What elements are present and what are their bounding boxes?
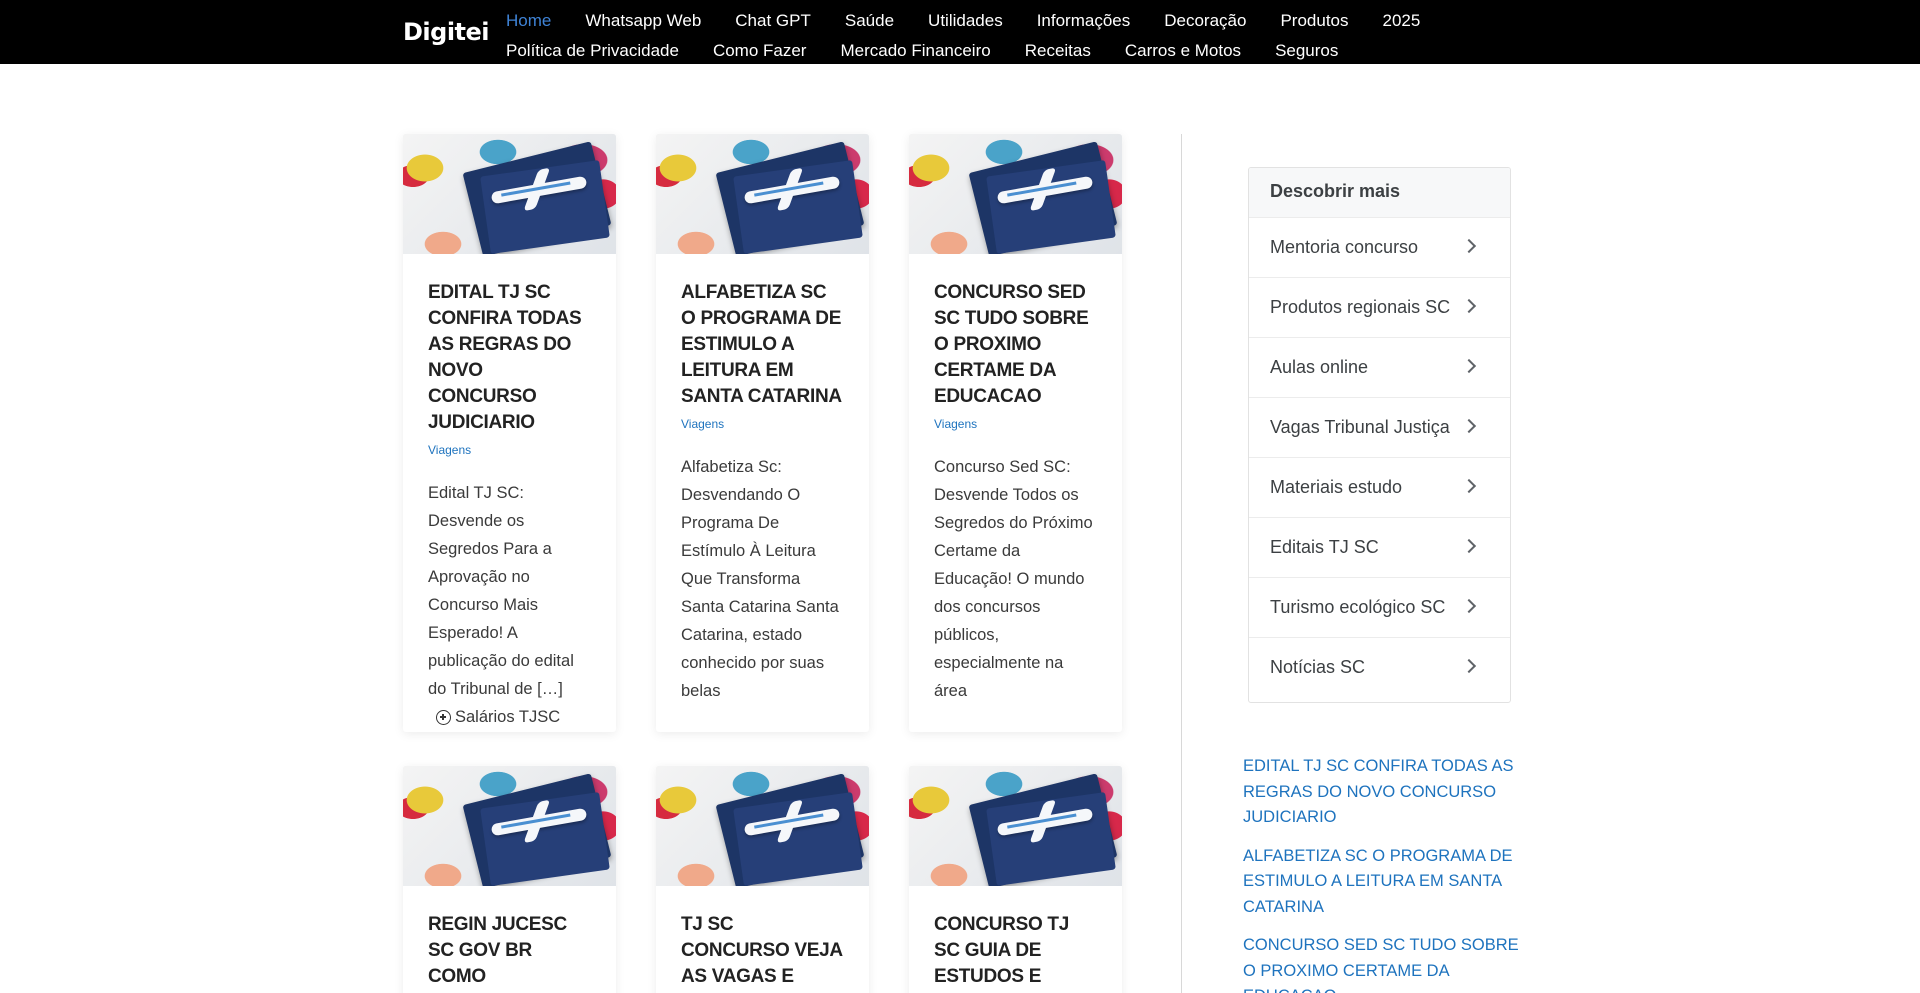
nav-item-informacoes[interactable]: Informações	[1037, 11, 1131, 31]
post-card: EDITAL TJ SC CONFIRA TODAS AS REGRAS DO …	[403, 134, 616, 732]
post-excerpt: Edital TJ SC: Desvende os Segredos Para …	[428, 484, 574, 698]
post-category[interactable]: Viagens	[681, 417, 844, 431]
post-category[interactable]: Viagens	[934, 417, 1097, 431]
post-card: TJ SC CONCURSO VEJA AS VAGAS E SALARIOS …	[656, 766, 869, 993]
discover-item[interactable]: Editais TJ SC	[1249, 517, 1510, 577]
post-excerpt: Alfabetiza Sc: Desvendando O Programa De…	[681, 458, 839, 700]
post-category[interactable]: Viagens	[428, 443, 591, 457]
post-thumbnail[interactable]	[403, 134, 616, 254]
chevron-right-icon	[1461, 238, 1477, 254]
recent-post-link[interactable]: EDITAL TJ SC CONFIRA TODAS AS REGRAS DO …	[1243, 754, 1533, 831]
post-title[interactable]: EDITAL TJ SC CONFIRA TODAS AS REGRAS DO …	[428, 280, 591, 436]
discover-item-label: Vagas Tribunal Justiça	[1270, 417, 1450, 437]
nav-item-2025[interactable]: 2025	[1383, 11, 1421, 31]
nav-item-como-fazer[interactable]: Como Fazer	[713, 41, 807, 61]
discover-item-label: Editais TJ SC	[1270, 537, 1379, 557]
chevron-right-icon	[1461, 358, 1477, 374]
recent-posts-list: EDITAL TJ SC CONFIRA TODAS AS REGRAS DO …	[1243, 754, 1533, 993]
main-nav: Home Whatsapp Web Chat GPT Saúde Utilida…	[506, 6, 1466, 66]
post-title[interactable]: TJ SC CONCURSO VEJA AS VAGAS E SALARIOS …	[681, 912, 844, 993]
post-card: CONCURSO TJ SC GUIA DE ESTUDOS E INFORMA…	[909, 766, 1122, 993]
nav-item-receitas[interactable]: Receitas	[1025, 41, 1091, 61]
discover-item[interactable]: Turismo ecológico SC	[1249, 577, 1510, 637]
recent-post-link[interactable]: ALFABETIZA SC O PROGRAMA DE ESTIMULO A L…	[1243, 844, 1533, 921]
discover-item[interactable]: Notícias SC	[1249, 637, 1510, 697]
chevron-right-icon	[1461, 298, 1477, 314]
post-card: CONCURSO SED SC TUDO SOBRE O PROXIMO CER…	[909, 134, 1122, 732]
post-thumbnail[interactable]	[403, 766, 616, 886]
nav-item-seguros[interactable]: Seguros	[1275, 41, 1338, 61]
chevron-right-icon	[1461, 598, 1477, 614]
post-thumbnail[interactable]	[656, 134, 869, 254]
discover-more-widget: Descobrir mais Mentoria concurso Produto…	[1248, 167, 1511, 703]
site-logo[interactable]: Digitei	[403, 18, 490, 46]
discover-item[interactable]: Produtos regionais SC	[1249, 277, 1510, 337]
discover-item-label: Notícias SC	[1270, 657, 1366, 677]
chevron-right-icon	[1461, 538, 1477, 554]
discover-item-label: Produtos regionais SC	[1270, 297, 1451, 317]
post-thumbnail[interactable]	[909, 766, 1122, 886]
nav-item-whatsapp-web[interactable]: Whatsapp Web	[585, 11, 701, 31]
post-title[interactable]: CONCURSO TJ SC GUIA DE ESTUDOS E INFORMA…	[934, 912, 1097, 993]
discover-item-label: Materiais estudo	[1270, 477, 1403, 497]
post-title[interactable]: REGIN JUCESC SC GOV BR COMO REGISTRAR SU…	[428, 912, 591, 993]
discover-item-label: Aulas online	[1270, 357, 1369, 377]
nav-item-utilidades[interactable]: Utilidades	[928, 11, 1003, 31]
discover-item-label: Turismo ecológico SC	[1270, 597, 1446, 617]
post-excerpt: Concurso Sed SC: Desvende Todos os Segre…	[934, 458, 1093, 700]
nav-item-mercado-financeiro[interactable]: Mercado Financeiro	[840, 41, 990, 61]
recent-post-link[interactable]: CONCURSO SED SC TUDO SOBRE O PROXIMO CER…	[1243, 933, 1533, 993]
post-related-link[interactable]: Salários TJSC	[436, 703, 591, 731]
discover-item[interactable]: Materiais estudo	[1249, 457, 1510, 517]
nav-item-carros-motos[interactable]: Carros e Motos	[1125, 41, 1241, 61]
nav-item-produtos[interactable]: Produtos	[1280, 11, 1348, 31]
post-card: REGIN JUCESC SC GOV BR COMO REGISTRAR SU…	[403, 766, 616, 993]
nav-item-decoracao[interactable]: Decoração	[1164, 11, 1246, 31]
chevron-right-icon	[1461, 658, 1477, 674]
post-related-label: Salários TJSC	[455, 708, 561, 726]
chevron-right-icon	[1461, 478, 1477, 494]
plus-circle-icon	[436, 709, 451, 725]
post-title[interactable]: ALFABETIZA SC O PROGRAMA DE ESTIMULO A L…	[681, 280, 844, 410]
discover-item-label: Mentoria concurso	[1270, 237, 1419, 257]
site-header: Digitei Home Whatsapp Web Chat GPT Saúde…	[0, 0, 1920, 64]
nav-item-home[interactable]: Home	[506, 11, 551, 31]
post-card: ALFABETIZA SC O PROGRAMA DE ESTIMULO A L…	[656, 134, 869, 732]
content-divider	[1181, 134, 1182, 993]
discover-item[interactable]: Aulas online	[1249, 337, 1510, 397]
nav-item-saude[interactable]: Saúde	[845, 11, 894, 31]
post-thumbnail[interactable]	[909, 134, 1122, 254]
discover-item[interactable]: Vagas Tribunal Justiça	[1249, 397, 1510, 457]
post-thumbnail[interactable]	[656, 766, 869, 886]
nav-row-1: Home Whatsapp Web Chat GPT Saúde Utilida…	[506, 6, 1466, 36]
nav-item-politica-privacidade[interactable]: Política de Privacidade	[506, 41, 679, 61]
discover-item[interactable]: Mentoria concurso	[1249, 217, 1510, 277]
nav-row-2: Política de Privacidade Como Fazer Merca…	[506, 36, 1466, 66]
nav-item-chat-gpt[interactable]: Chat GPT	[735, 11, 811, 31]
post-title[interactable]: CONCURSO SED SC TUDO SOBRE O PROXIMO CER…	[934, 280, 1097, 410]
chevron-right-icon	[1461, 418, 1477, 434]
widget-title: Descobrir mais	[1249, 168, 1510, 217]
